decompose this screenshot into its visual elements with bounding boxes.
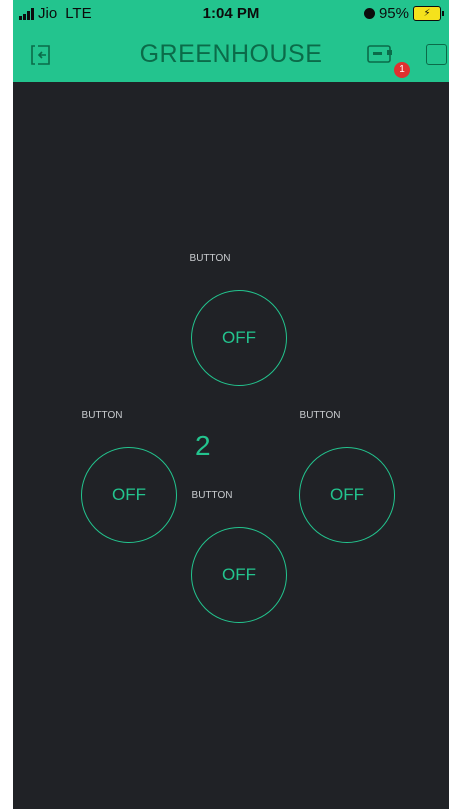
button-top[interactable]: OFF xyxy=(191,290,287,386)
button-right-state: OFF xyxy=(330,485,364,504)
button-top-state: OFF xyxy=(222,328,256,347)
square-icon[interactable] xyxy=(426,44,447,65)
battery-percent: 95% xyxy=(378,5,409,22)
button-left[interactable]: OFF xyxy=(81,447,177,543)
button-bottom-state: OFF xyxy=(222,565,256,584)
value-display: 2 xyxy=(195,430,211,461)
button-bottom[interactable]: OFF xyxy=(191,527,287,623)
battery-icon: ⚡ xyxy=(413,6,444,21)
alarm-icon xyxy=(363,8,375,19)
device-icon[interactable] xyxy=(367,43,393,65)
app-header: GREENHOUSE 1 xyxy=(13,30,449,82)
button-left-label: BUTTON xyxy=(81,410,123,421)
button-bottom-label: BUTTON xyxy=(191,490,233,501)
button-left-state: OFF xyxy=(112,485,146,504)
notification-badge: 1 xyxy=(394,62,410,78)
button-right[interactable]: OFF xyxy=(299,447,395,543)
app-screen: Jio LTE 1:04 PM 95% ⚡ GREENHOUSE 1 BUTTO… xyxy=(13,0,449,809)
status-right: 95% ⚡ xyxy=(363,5,444,22)
button-top-label: BUTTON xyxy=(189,253,231,264)
button-right-label: BUTTON xyxy=(299,410,341,421)
status-bar: Jio LTE 1:04 PM 95% ⚡ xyxy=(13,0,449,30)
